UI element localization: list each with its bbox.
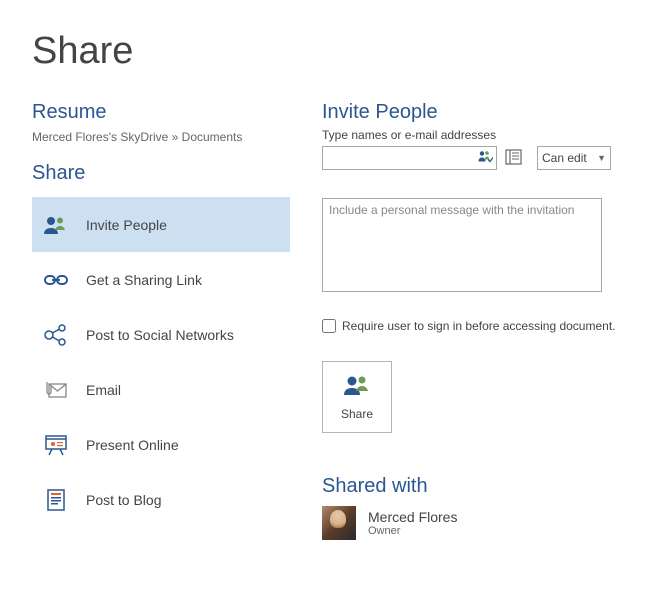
address-book-icon[interactable] — [505, 149, 523, 168]
sidebar-item-get-link[interactable]: Get a Sharing Link — [32, 252, 290, 307]
sidebar-item-label: Post to Social Networks — [86, 327, 234, 343]
invite-people-heading: Invite People — [322, 101, 618, 124]
document-name: Resume — [32, 101, 290, 124]
sidebar-item-label: Present Online — [86, 437, 179, 453]
email-attachment-icon — [42, 376, 70, 404]
sidebar-item-invite-people[interactable]: Invite People — [32, 197, 290, 252]
require-signin-checkbox[interactable] — [322, 319, 336, 333]
social-network-icon — [42, 321, 70, 349]
shared-person-role: Owner — [368, 525, 457, 537]
share-option-list: Invite People Get a Sharing Link — [32, 197, 290, 527]
link-icon — [42, 266, 70, 294]
share-button[interactable]: Share — [322, 361, 392, 433]
sidebar-item-label: Get a Sharing Link — [86, 272, 202, 288]
people-icon — [42, 211, 70, 239]
sidebar-item-email[interactable]: Email — [32, 362, 290, 417]
personal-message-input[interactable] — [322, 198, 602, 292]
require-signin-label: Require user to sign in before accessing… — [342, 319, 616, 333]
present-online-icon — [42, 431, 70, 459]
breadcrumb[interactable]: Merced Flores's SkyDrive » Documents — [32, 130, 290, 144]
sidebar-item-post-blog[interactable]: Post to Blog — [32, 472, 290, 527]
avatar — [322, 506, 356, 540]
names-input[interactable] — [322, 146, 497, 170]
sidebar-item-present-online[interactable]: Present Online — [32, 417, 290, 472]
share-section-heading: Share — [32, 162, 290, 185]
blog-post-icon — [42, 486, 70, 514]
permission-select[interactable]: Can edit ▼ — [537, 146, 611, 170]
shared-with-heading: Shared with — [322, 475, 618, 498]
sidebar-item-label: Post to Blog — [86, 492, 162, 508]
people-icon — [342, 374, 372, 407]
check-names-icon[interactable] — [477, 150, 493, 167]
shared-person-name: Merced Flores — [368, 509, 457, 525]
sidebar-item-social[interactable]: Post to Social Networks — [32, 307, 290, 362]
permission-selected-value: Can edit — [542, 151, 587, 165]
sidebar-item-label: Invite People — [86, 217, 167, 233]
page-title: Share — [32, 30, 618, 73]
shared-person-row: Merced Flores Owner — [322, 506, 618, 540]
sidebar-item-label: Email — [86, 382, 121, 398]
share-button-label: Share — [341, 407, 373, 421]
chevron-down-icon: ▼ — [597, 153, 606, 163]
names-field-caption: Type names or e-mail addresses — [322, 128, 618, 142]
